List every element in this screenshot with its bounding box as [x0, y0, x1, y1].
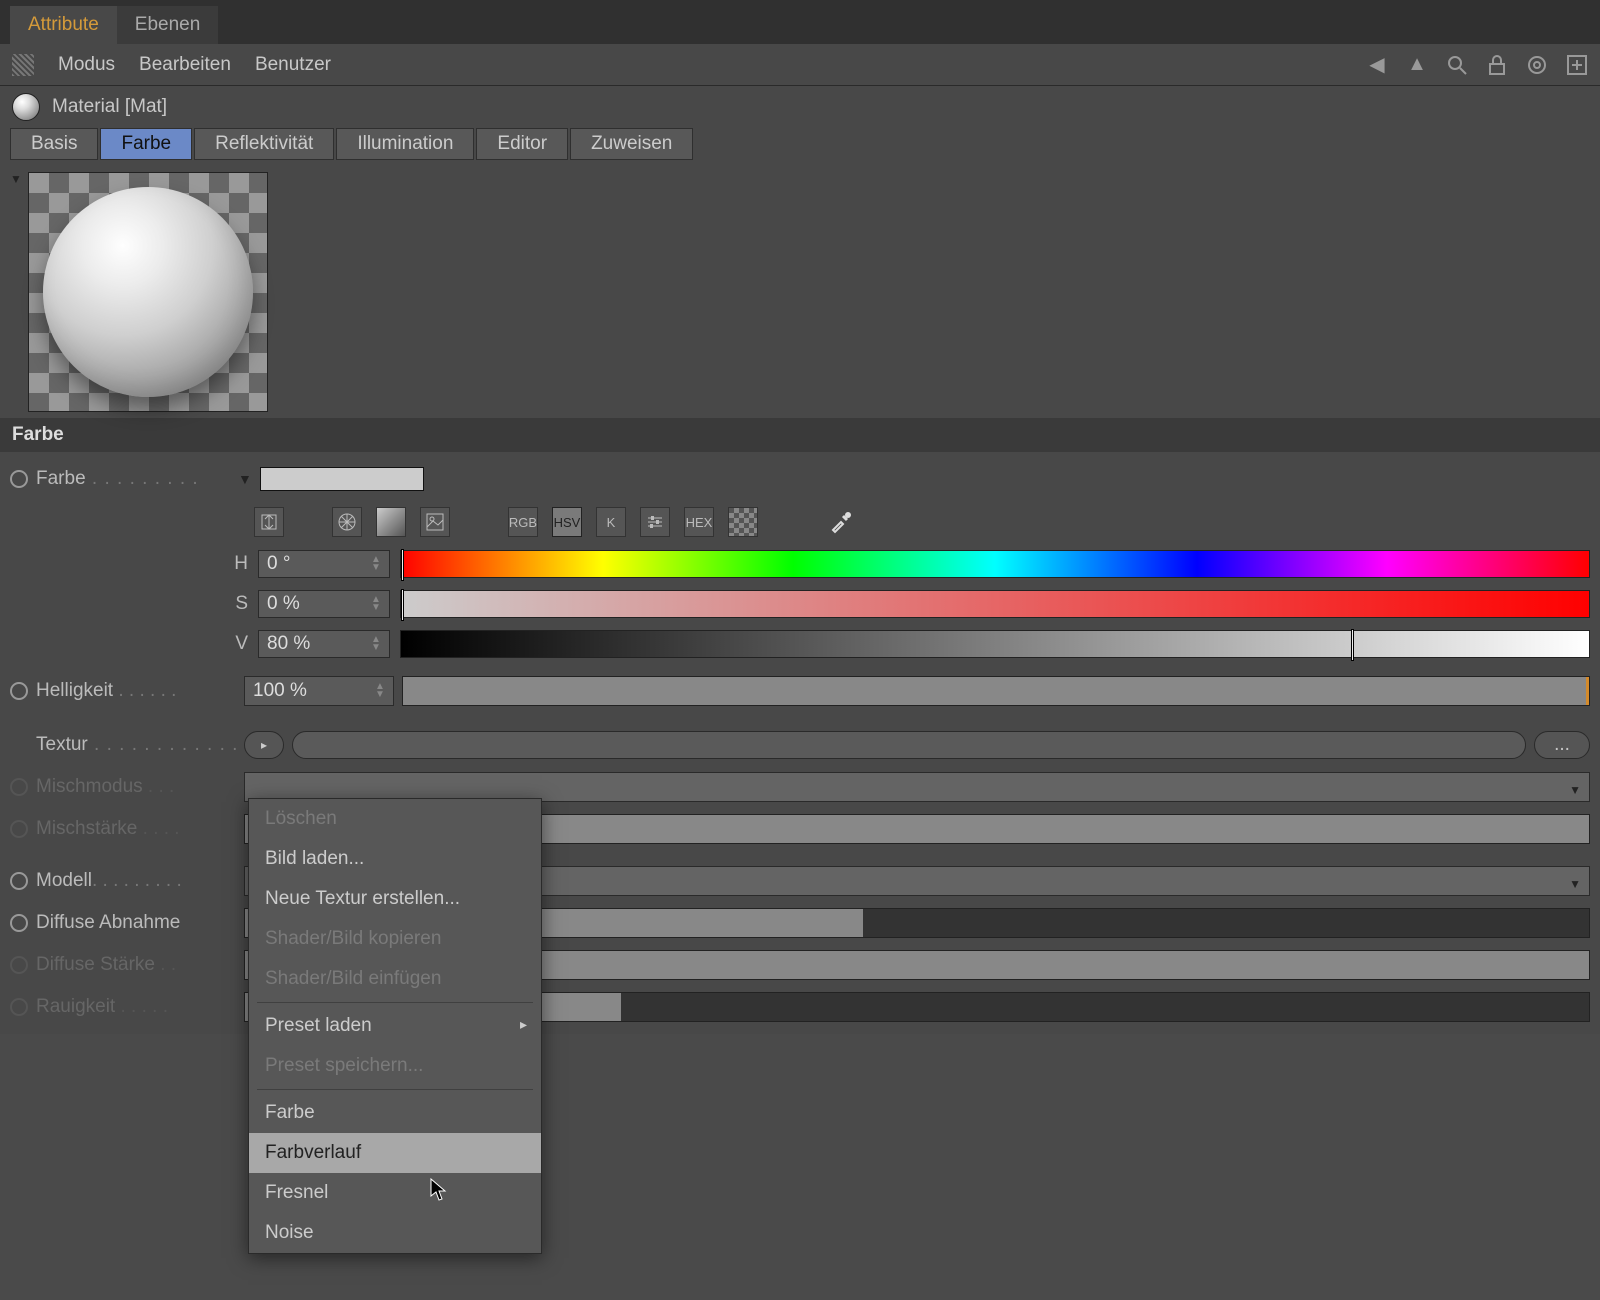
mtab-farbe[interactable]: Farbe: [100, 128, 192, 160]
mtab-editor[interactable]: Editor: [476, 128, 568, 160]
radio-modell[interactable]: [10, 872, 28, 890]
label-farbe: Farbe: [36, 468, 236, 490]
picture-icon[interactable]: [420, 507, 450, 537]
texture-context-menu: Löschen Bild laden... Neue Textur erstel…: [248, 798, 542, 1254]
menu-modus[interactable]: Modus: [58, 54, 115, 76]
slider-sat[interactable]: [400, 590, 1590, 618]
label-v: V: [228, 633, 248, 655]
grid-icon[interactable]: [12, 54, 34, 76]
panel-tab-bar: Attribute Ebenen: [0, 0, 1600, 44]
grad-square-icon[interactable]: [376, 507, 406, 537]
preview-zone: ▼: [0, 166, 1600, 418]
k-mode[interactable]: K: [596, 507, 626, 537]
color-mode-icons: RGB HSV K HEX: [254, 500, 1590, 544]
material-preview[interactable]: [28, 172, 268, 412]
radio-rauigkeit: [10, 998, 28, 1016]
material-thumb-icon: [12, 93, 40, 121]
label-diffstaerke: Diffuse Stärke . .: [36, 954, 236, 976]
input-hue[interactable]: 0 °▲▼: [258, 550, 390, 578]
label-modell: Modell. . . . . . . . .: [36, 870, 236, 892]
ctx-bildladen[interactable]: Bild laden...: [249, 839, 541, 879]
ctx-shaderkopieren: Shader/Bild kopieren: [249, 919, 541, 959]
radio-diffstaerke: [10, 956, 28, 974]
menubar: Modus Bearbeiten Benutzer ◀ ▲: [0, 44, 1600, 86]
label-mischstaerke: Mischstärke . . . .: [36, 818, 236, 840]
collapse-icon[interactable]: ▼: [10, 172, 24, 412]
rgb-mode[interactable]: RGB: [508, 507, 538, 537]
new-attr-icon[interactable]: [1566, 54, 1588, 76]
mtab-basis[interactable]: Basis: [10, 128, 98, 160]
slider-helligkeit[interactable]: [402, 676, 1590, 706]
label-diffabnahme: Diffuse Abnahme: [36, 912, 236, 934]
slider-hue[interactable]: [400, 550, 1590, 578]
eyedropper-icon[interactable]: [826, 507, 856, 537]
input-sat[interactable]: 0 %▲▼: [258, 590, 390, 618]
label-rauigkeit: Rauigkeit . . . . .: [36, 996, 236, 1018]
tab-attribute[interactable]: Attribute: [10, 6, 117, 44]
input-val[interactable]: 80 %▲▼: [258, 630, 390, 658]
menu-bearbeiten[interactable]: Bearbeiten: [139, 54, 231, 76]
colorwheel-icon[interactable]: [332, 507, 362, 537]
tab-layers[interactable]: Ebenen: [117, 6, 219, 44]
label-helligkeit: Helligkeit . . . . . .: [36, 680, 236, 702]
preview-sphere: [43, 187, 253, 397]
label-textur: Textur: [36, 734, 236, 756]
submenu-icon: ▸: [520, 1016, 527, 1033]
material-header: Material [Mat]: [0, 86, 1600, 128]
spectrum-icon[interactable]: [254, 507, 284, 537]
nav-up-icon[interactable]: ▲: [1406, 54, 1428, 76]
lock-icon[interactable]: [1486, 54, 1508, 76]
mtab-reflekt[interactable]: Reflektivität: [194, 128, 334, 160]
nav-back-icon[interactable]: ◀: [1366, 54, 1388, 76]
texture-browse-button[interactable]: ...: [1534, 731, 1590, 759]
property-zone: Farbe ▼ RGB HSV K HEX H 0 °▲▼ S 0 %▲▼ V …: [0, 452, 1600, 1034]
ctx-separator: [257, 1089, 533, 1090]
texture-menu-button[interactable]: ▸: [244, 731, 284, 759]
ctx-shadereinfuegen: Shader/Bild einfügen: [249, 959, 541, 999]
ctx-noise[interactable]: Noise: [249, 1213, 541, 1253]
radio-farbe[interactable]: [10, 470, 28, 488]
ctx-fresnel[interactable]: Fresnel: [249, 1173, 541, 1213]
search-icon[interactable]: [1446, 54, 1468, 76]
input-helligkeit[interactable]: 100 %▲▼: [244, 676, 394, 706]
chevron-down-icon[interactable]: ▼: [238, 471, 252, 487]
mtab-zuweisen[interactable]: Zuweisen: [570, 128, 693, 160]
mtab-illum[interactable]: Illumination: [336, 128, 474, 160]
menu-benutzer[interactable]: Benutzer: [255, 54, 331, 76]
target-icon[interactable]: [1526, 54, 1548, 76]
ctx-farbe[interactable]: Farbe: [249, 1093, 541, 1133]
radio-helligkeit[interactable]: [10, 682, 28, 700]
label-mischmodus: Mischmodus . . .: [36, 776, 236, 798]
mixer-icon[interactable]: [640, 507, 670, 537]
slider-val[interactable]: [400, 630, 1590, 658]
label-h: H: [228, 553, 248, 575]
section-header-farbe: Farbe: [0, 418, 1600, 452]
ctx-farbverlauf[interactable]: Farbverlauf: [249, 1133, 541, 1173]
ctx-presetladen[interactable]: Preset laden▸: [249, 1006, 541, 1046]
ctx-presetspeichern: Preset speichern...: [249, 1046, 541, 1086]
material-tab-bar: Basis Farbe Reflektivität Illumination E…: [0, 128, 1600, 166]
radio-diffabnahme[interactable]: [10, 914, 28, 932]
ctx-separator: [257, 1002, 533, 1003]
cursor-icon: [430, 1178, 448, 1202]
texture-field[interactable]: [292, 731, 1526, 759]
hex-mode[interactable]: HEX: [684, 507, 714, 537]
label-s: S: [228, 593, 248, 615]
ctx-neuetextur[interactable]: Neue Textur erstellen...: [249, 879, 541, 919]
material-title: Material [Mat]: [52, 96, 167, 118]
swatches-icon[interactable]: [728, 507, 758, 537]
radio-mischstaerke: [10, 820, 28, 838]
color-swatch[interactable]: [260, 467, 424, 491]
ctx-loeschen: Löschen: [249, 799, 541, 839]
hsv-mode[interactable]: HSV: [552, 507, 582, 537]
radio-mischmodus: [10, 778, 28, 796]
